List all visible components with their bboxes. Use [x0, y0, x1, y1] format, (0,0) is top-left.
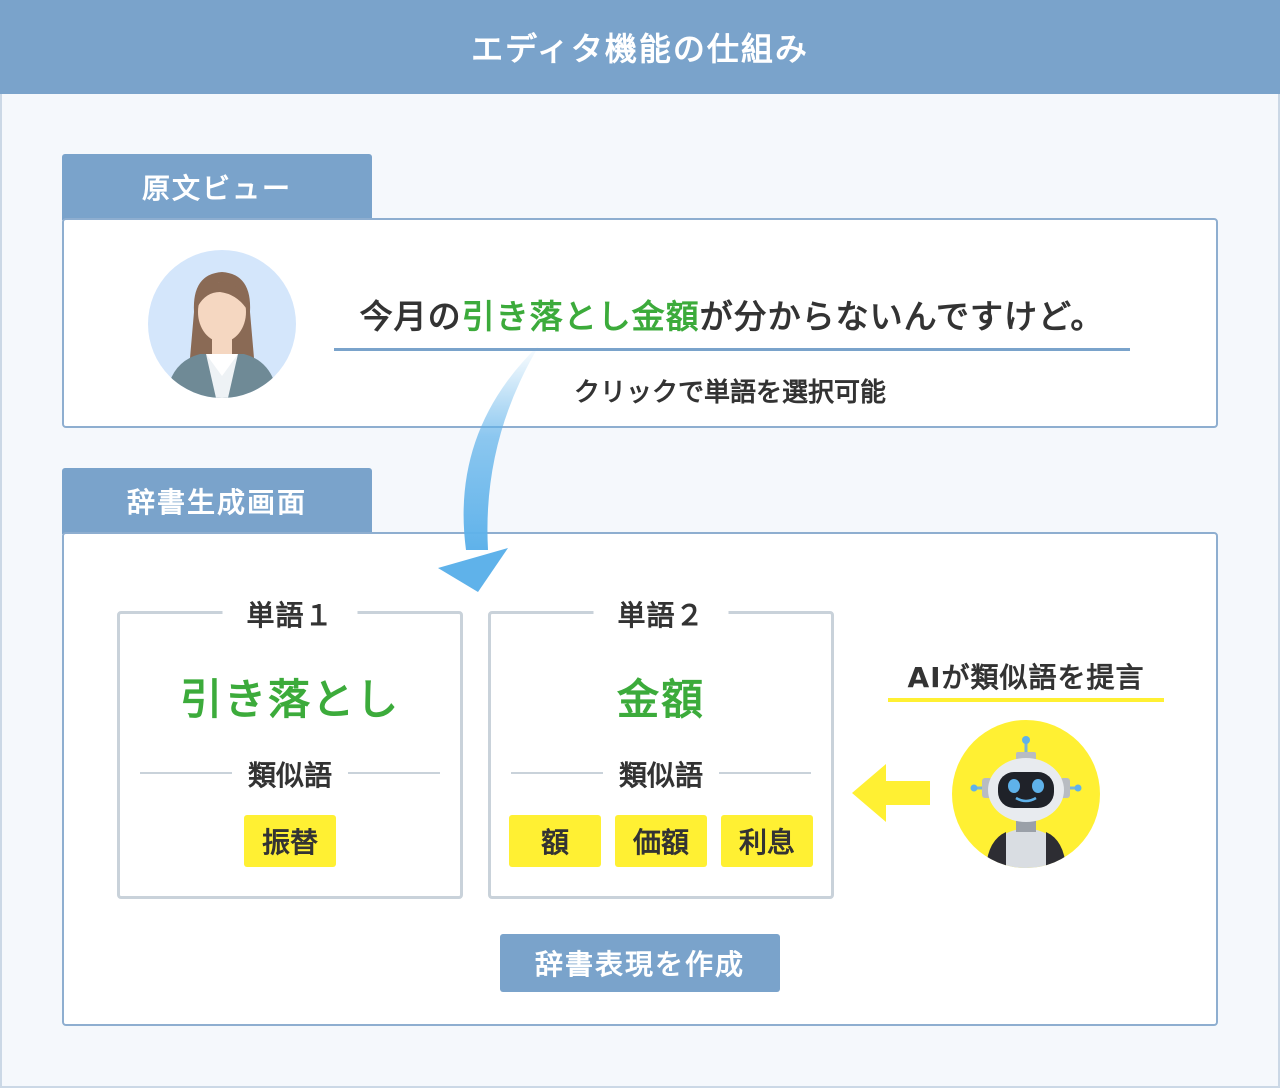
synonym-chip[interactable]: 額	[509, 815, 601, 867]
sentence-part-highlight[interactable]: 引き落とし金額	[462, 290, 700, 338]
sentence-part-1[interactable]: 今月の	[360, 290, 462, 338]
tab-original-view-label: 原文ビュー	[141, 172, 292, 205]
curved-arrow-icon	[438, 344, 540, 592]
word-card-title: 単語２	[593, 594, 729, 634]
header-bar: エディタ機能の仕組み	[0, 0, 1280, 94]
synonym-chips: 振替	[120, 815, 460, 867]
synonyms-label: 類似語	[602, 754, 720, 794]
sentence-part-3[interactable]: が分からないんですけど。	[700, 290, 1105, 338]
word-card-title: 単語１	[222, 594, 358, 634]
word-card-word: 金額	[616, 675, 705, 724]
tab-original-view: 原文ビュー	[62, 154, 372, 220]
synonym-chip[interactable]: 振替	[244, 815, 336, 867]
word-card-1: 単語１ 引き落とし 類似語 振替	[117, 594, 463, 899]
synonym-chip[interactable]: 価額	[615, 815, 707, 867]
synonyms-label: 類似語	[231, 754, 349, 794]
page-title: エディタ機能の仕組み	[471, 30, 809, 68]
woman-avatar-icon	[148, 250, 296, 398]
tab-dictionary-screen-label: 辞書生成画面	[126, 486, 307, 519]
synonym-chips: 額 価額 利息	[491, 815, 831, 867]
sentence-text[interactable]: 今月の 引き落とし金額 が分からないんですけど。	[334, 286, 1130, 342]
ai-suggestion-label: AIが類似語を提言	[907, 661, 1145, 694]
word-card-word: 引き落とし	[179, 675, 400, 724]
ai-robot-icon	[952, 720, 1100, 868]
synonym-chip[interactable]: 利息	[721, 815, 813, 867]
arrow-left-icon	[852, 764, 930, 822]
create-dictionary-button[interactable]: 辞書表現を作成	[500, 934, 780, 992]
word-card-2: 単語２ 金額 類似語 額 価額 利息	[488, 594, 834, 899]
tab-dictionary-screen: 辞書生成画面	[62, 468, 372, 534]
ai-label-underline	[888, 698, 1164, 702]
